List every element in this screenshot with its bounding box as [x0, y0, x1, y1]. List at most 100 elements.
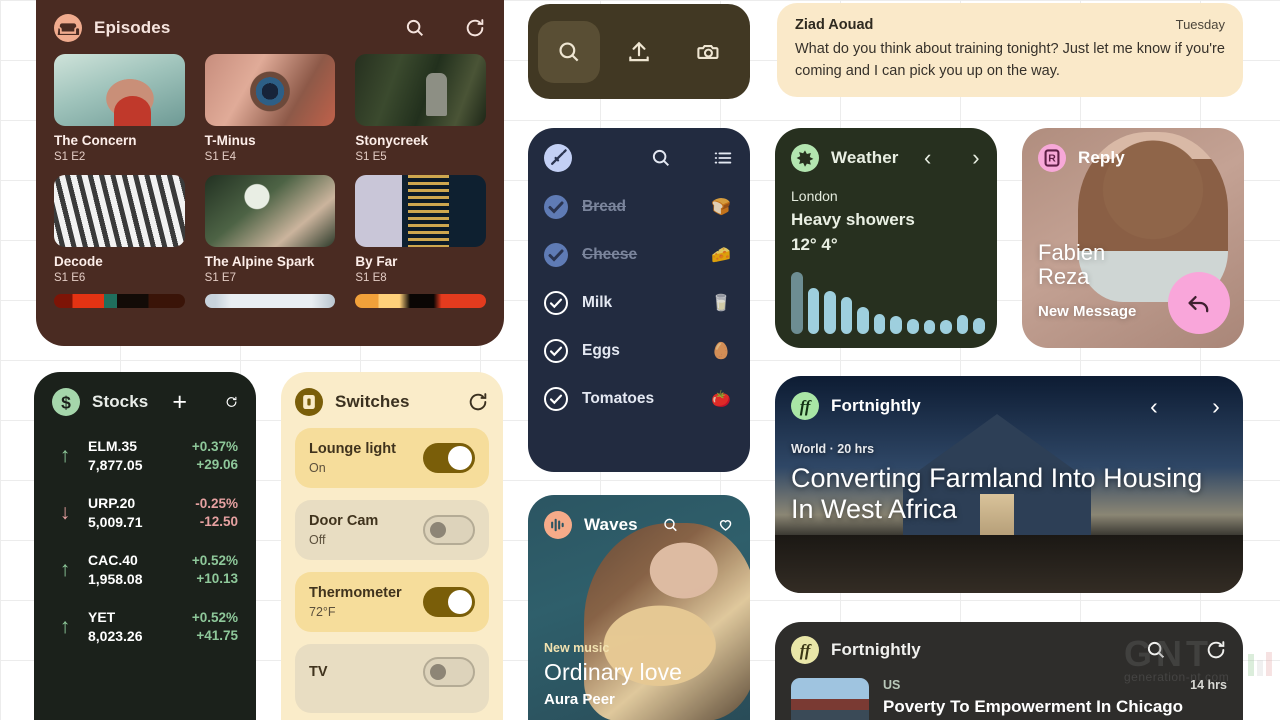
episode-card[interactable]: By Far S1 E8 — [355, 175, 486, 308]
switches-title: Switches — [335, 392, 410, 411]
episode-subtitle: S1 E7 — [204, 272, 236, 284]
stock-price: 8,023.26 — [88, 628, 143, 644]
weather-bar — [840, 296, 853, 334]
episode-thumbnail — [355, 175, 486, 247]
svg-text:R: R — [1048, 153, 1056, 165]
list-view-icon[interactable] — [712, 147, 734, 169]
article-meta: World · 20 hrs — [791, 442, 875, 456]
episode-card[interactable]: The Concern S1 E2 — [54, 54, 185, 163]
heart-icon[interactable] — [717, 514, 734, 536]
message-body: What do you think about training tonight… — [795, 41, 1225, 79]
svg-text:ff: ff — [800, 397, 812, 416]
chevron-right-icon[interactable]: › — [1205, 393, 1227, 419]
wand-icon — [544, 144, 572, 172]
toggle-lounge-light[interactable] — [423, 443, 475, 473]
chevron-right-icon[interactable]: › — [971, 145, 981, 170]
episode-title: By Far — [355, 254, 398, 269]
weather-bar — [890, 316, 903, 334]
episode-next-strip — [54, 294, 185, 308]
stock-row[interactable]: ↑ ELM.35 7,877.05 +0.37% +29.06 — [52, 438, 238, 473]
search-icon[interactable] — [650, 147, 672, 169]
episode-card[interactable]: T-Minus S1 E4 — [204, 54, 336, 163]
episode-subtitle: S1 E5 — [355, 151, 387, 163]
message-header: Ziad Aouad Tuesday — [795, 17, 1225, 33]
toggle-door-cam[interactable] — [423, 515, 475, 545]
checkbox-unchecked-icon[interactable] — [544, 387, 568, 411]
weather-bar — [956, 315, 969, 334]
stock-change: +29.06 — [196, 457, 238, 472]
list-item[interactable]: Milk 🥛 — [544, 290, 734, 316]
chevron-left-icon[interactable]: ‹ — [922, 145, 932, 170]
episodes-widget[interactable]: Episodes The Concern S1 E2 T-Minus S1 E4… — [36, 0, 504, 346]
switch-row-lounge-light[interactable]: Lounge light On — [295, 428, 489, 488]
episode-subtitle: S1 E6 — [54, 272, 86, 284]
checkbox-unchecked-icon[interactable] — [544, 339, 568, 363]
fortnightly-icon: ff — [791, 392, 819, 420]
episode-card[interactable]: Stonycreek S1 E5 — [355, 54, 486, 163]
refresh-icon[interactable] — [464, 17, 486, 39]
camera-icon[interactable] — [678, 21, 740, 83]
stocks-widget[interactable]: $ Stocks + ↑ ELM.35 7,877.05 +0.37% +29.… — [34, 372, 256, 720]
message-widget[interactable]: Ziad Aouad Tuesday What do you think abo… — [777, 3, 1243, 97]
chevron-left-icon[interactable]: ‹ — [1143, 393, 1165, 419]
episode-thumbnail — [54, 175, 185, 247]
episode-title: T-Minus — [204, 133, 256, 148]
tomato-icon: 🍅 — [711, 391, 731, 408]
search-icon[interactable] — [404, 17, 426, 39]
waves-track-title: Ordinary love — [544, 659, 683, 685]
switch-name: TV — [309, 664, 328, 680]
article-row[interactable]: US Poverty To Empowerment In Chicago — [791, 678, 1227, 720]
toggle-thermometer[interactable] — [423, 587, 475, 617]
switch-row-door-cam[interactable]: Door Cam Off — [295, 500, 489, 560]
svg-text:$: $ — [61, 392, 71, 412]
switch-state: 72°F — [309, 605, 336, 619]
stock-percent: +0.37% — [191, 439, 238, 454]
reply-arrow-icon[interactable] — [1168, 272, 1230, 334]
upload-icon[interactable] — [608, 21, 670, 83]
add-stock-button[interactable]: + — [172, 389, 187, 414]
weather-widget[interactable]: Weather ‹ › London Heavy showers 12° 4° — [775, 128, 997, 348]
weather-bar — [807, 288, 820, 334]
quick-actions-toolbar[interactable] — [528, 4, 750, 99]
episode-card[interactable]: The Alpine Spark S1 E7 — [204, 175, 336, 308]
reply-widget[interactable]: R Reply Fabien Reza New Message — [1022, 128, 1244, 348]
stock-row[interactable]: ↑ CAC.40 1,958.08 +0.52% +10.13 — [52, 552, 238, 587]
switches-widget[interactable]: Switches Lounge light On Door Cam Off Th… — [281, 372, 503, 720]
stock-percent: +0.52% — [191, 610, 238, 625]
search-icon[interactable] — [662, 514, 679, 536]
fortnightly-small-header: ff Fortnightly — [791, 636, 1227, 664]
widget-canvas: Episodes The Concern S1 E2 T-Minus S1 E4… — [0, 0, 1280, 720]
search-icon[interactable] — [1145, 639, 1167, 661]
list-item-label: Tomatoes — [582, 390, 655, 407]
stock-change: +41.75 — [196, 628, 238, 643]
waves-music-widget[interactable]: Waves New music Ordinary love Aura Peer — [528, 495, 750, 720]
weather-temperatures: 12° 4° — [791, 235, 838, 254]
fortnightly-list-widget[interactable]: ff Fortnightly US Poverty To Empowerment… — [775, 622, 1243, 720]
stock-percent: +0.52% — [191, 553, 238, 568]
reply-contact-first: Fabien — [1038, 239, 1106, 265]
refresh-icon[interactable] — [1205, 639, 1227, 661]
toggle-tv[interactable] — [423, 657, 475, 687]
switch-row-tv[interactable]: TV — [295, 644, 489, 713]
refresh-icon[interactable] — [225, 391, 238, 413]
episode-card[interactable]: Decode S1 E6 — [54, 175, 185, 308]
stock-symbol: YET — [88, 609, 116, 625]
switch-row-thermometer[interactable]: Thermometer 72°F — [295, 572, 489, 632]
stock-row[interactable]: ↑ YET 8,023.26 +0.52% +41.75 — [52, 609, 238, 644]
weather-title: Weather — [831, 148, 899, 167]
refresh-icon[interactable] — [467, 391, 489, 413]
list-item[interactable]: Tomatoes 🍅 — [544, 386, 734, 412]
list-item[interactable]: Cheese 🧀 — [544, 242, 734, 268]
stock-row[interactable]: ↓ URP.20 5,009.71 -0.25% -12.50 — [52, 495, 238, 530]
checkbox-checked-icon[interactable] — [544, 195, 568, 219]
fortnightly-featured-widget[interactable]: ff Fortnightly ‹ › World · 20 hrs Conver… — [775, 376, 1243, 593]
shopping-list-widget[interactable]: Bread 🍞 Cheese 🧀 Milk 🥛 Eggs 🥚 Tomatoes … — [528, 128, 750, 472]
list-item[interactable]: Eggs 🥚 — [544, 338, 734, 364]
bread-icon: 🍞 — [711, 199, 731, 216]
checkbox-checked-icon[interactable] — [544, 243, 568, 267]
article-thumbnail — [791, 678, 869, 720]
search-icon[interactable] — [538, 20, 600, 83]
svg-text:ff: ff — [800, 641, 812, 660]
list-item[interactable]: Bread 🍞 — [544, 194, 734, 220]
checkbox-unchecked-icon[interactable] — [544, 291, 568, 315]
